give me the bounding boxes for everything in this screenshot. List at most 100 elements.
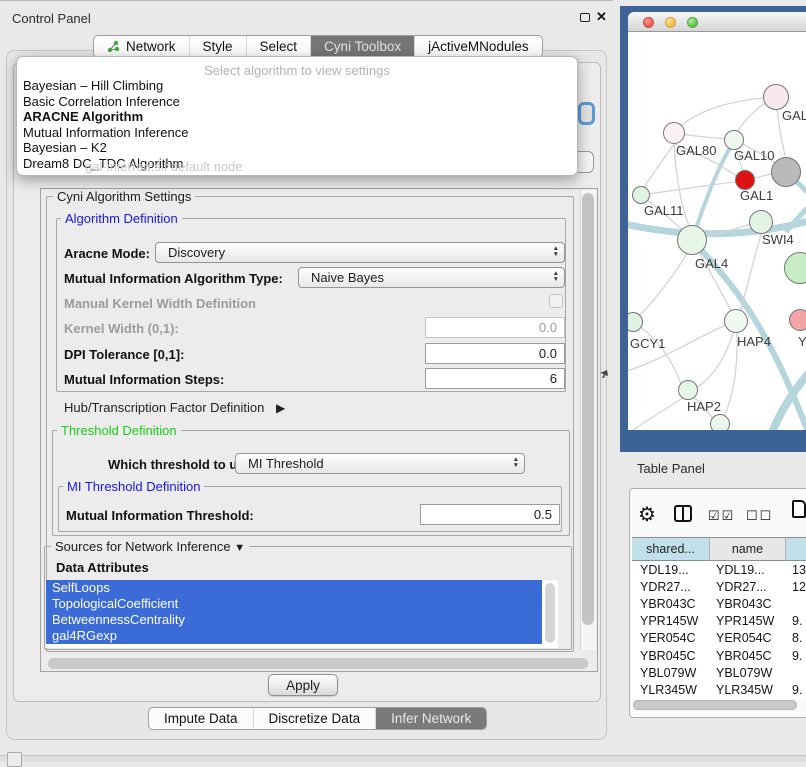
mi-threshold-field[interactable]: 0.5 [420,504,560,525]
table-row[interactable]: YDR27...YDR27...12 [632,578,806,595]
network-window-titlebar[interactable] [628,12,806,32]
table-cell: YER054C [710,631,786,645]
tab-style-label: Style [203,39,233,54]
tab-network-label: Network [126,39,176,54]
close-icon[interactable]: ✕ [596,9,607,25]
traffic-light-minimize-icon[interactable] [665,17,676,28]
hub-definition-label: Hub/Transcription Factor Definition [64,400,264,415]
tab-impute-data[interactable]: Impute Data [149,708,253,729]
tab-cyni-toolbox[interactable]: Cyni Toolbox [310,36,414,57]
mi-threshold-label: Mutual Information Threshold: [66,508,254,523]
which-threshold-select[interactable]: MI Threshold ▲▼ [235,453,525,474]
tab-impute-data-label: Impute Data [164,711,238,726]
table-cell: 9. [786,614,806,628]
mi-type-select[interactable]: Naive Bayes ▲▼ [298,267,565,288]
network-node[interactable] [771,157,801,187]
control-panel-tabbar: Network Style Select Cyni Toolbox jActiv… [93,35,543,58]
network-view-canvas[interactable]: GALGAL80GAL10GAL1GAL11SWI4GAL4GCY1HAP4YH… [628,32,806,430]
tab-discretize-data-label: Discretize Data [269,711,361,726]
algorithm-option[interactable]: Dream8 DC_TDC Algorithm [17,156,577,172]
table-row[interactable]: YPR145WYPR145W9. [632,613,806,630]
aracne-mode-value: Discovery [168,245,225,260]
bottom-strip [0,755,806,762]
algorithm-option[interactable]: Basic Correlation Inference [17,94,577,110]
column-header-shared-name[interactable]: shared... [632,537,710,561]
kernel-width-field[interactable]: 0.0 [425,317,565,338]
network-node[interactable] [763,84,789,110]
table-horizontal-scrollbar-thumb[interactable] [633,700,797,710]
tab-infer-network[interactable]: Infer Network [375,708,486,729]
mini-panel-button[interactable] [7,752,22,767]
tab-select[interactable]: Select [246,36,311,57]
focused-button-fragment [578,102,595,125]
algorithm-option[interactable]: Bayesian – K2 [17,140,577,156]
network-node[interactable] [677,225,707,255]
attribute-option[interactable]: BetweennessCentrality [46,612,542,628]
tab-jactivemnodules[interactable]: jActiveMNodules [414,36,542,57]
node-label: Y [798,334,806,349]
tab-discretize-data[interactable]: Discretize Data [253,708,376,729]
node-label: GAL11 [644,203,684,218]
mi-steps-field[interactable]: 6 [425,368,565,389]
table-cell: YPR145W [710,614,786,628]
aracne-mode-select[interactable]: Discovery ▲▼ [155,242,565,263]
column-header-name[interactable]: name [710,537,786,561]
settings-horizontal-scrollbar-thumb[interactable] [48,658,588,669]
table-row[interactable]: YBR045CYBR045C9. [632,647,806,664]
table-row[interactable]: YBL079WYBL079W [632,664,806,681]
manual-kernel-checkbox[interactable] [549,294,563,308]
network-node[interactable] [724,130,744,150]
algorithm-option[interactable]: Bayesian – Hill Climbing [17,78,577,94]
table-cell: YBR045C [710,649,786,663]
traffic-light-zoom-icon[interactable] [687,17,698,28]
threshold-definition-title: Threshold Definition [57,423,181,438]
attributes-scrollbar-thumb[interactable] [545,583,555,643]
algorithm-option[interactable]: ARACNE Algorithm [17,109,577,125]
dpi-tolerance-field[interactable]: 0.0 [425,343,565,364]
tab-network[interactable]: Network [94,36,189,57]
apply-button[interactable]: Apply [268,674,338,696]
network-node[interactable] [749,210,773,234]
network-icon [107,40,120,53]
split-pane-icon[interactable] [674,505,692,522]
table-row[interactable]: YBR043CYBR043C [632,595,806,612]
network-node[interactable] [678,380,698,400]
tab-infer-network-label: Infer Network [391,711,471,726]
table-cell: YLR345W [632,683,710,697]
gear-icon[interactable]: ⚙ [638,502,656,527]
node-label: GCY1 [630,336,665,351]
attribute-option[interactable]: TopologicalCoefficient [46,596,542,612]
network-node[interactable] [789,309,806,331]
table-row[interactable]: YLR345WYLR345W9. [632,681,806,698]
bottom-tabbar: Impute Data Discretize Data Infer Networ… [148,707,487,730]
hub-definition-toggle[interactable]: Hub/Transcription Factor Definition ▶ [64,400,285,415]
algorithm-option[interactable]: Mutual Information Inference [17,125,577,141]
node-label: GAL4 [695,256,728,271]
table-row[interactable]: YDL19...YDL19...13 [632,561,806,578]
window-restore-icon[interactable] [580,13,590,22]
network-node[interactable] [632,186,650,204]
attribute-option[interactable]: gal4RGexp [46,628,542,644]
kernel-width-label: Kernel Width (0,1): [64,321,179,336]
unchecked-checkboxes-icon[interactable]: ☐☐ [746,508,773,524]
table-cell: YLR345W [710,683,786,697]
stepper-icon: ▲▼ [553,271,559,283]
attribute-option[interactable]: SelfLoops [46,580,542,596]
sources-title[interactable]: Sources for Network Inference ▼ [51,539,249,554]
traffic-light-close-icon[interactable] [643,17,654,28]
network-node[interactable] [724,309,748,333]
checked-checkboxes-icon[interactable]: ☑☑ [708,508,735,524]
column-header-clipped[interactable] [786,537,806,561]
network-node[interactable] [710,414,730,430]
table-row[interactable]: YER054CYER054C8. [632,630,806,647]
table-row[interactable]: YIL053CYIL053C9 [632,699,806,700]
table-cell: YDL19... [632,563,710,577]
table-cell: YBL079W [632,666,710,680]
document-icon[interactable] [792,500,806,518]
network-node[interactable] [735,170,755,190]
settings-vertical-scrollbar-thumb[interactable] [582,193,594,625]
table-cell: YBR043C [632,597,710,611]
network-node[interactable] [663,122,685,144]
table-cell: YDL19... [710,563,786,577]
tab-style[interactable]: Style [189,36,246,57]
